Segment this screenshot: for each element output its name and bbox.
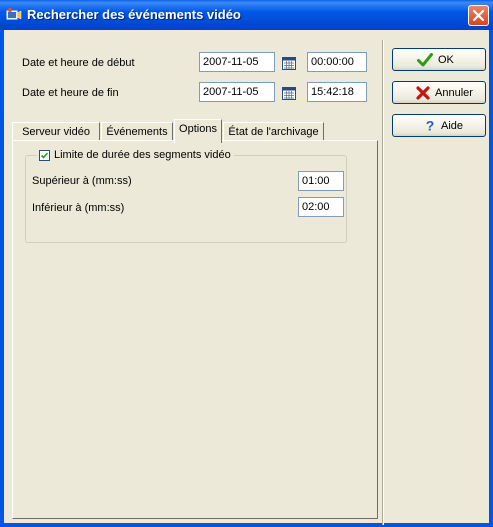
end-date-field[interactable]: 2007-11-05	[199, 82, 275, 102]
tab-options[interactable]: Options	[174, 119, 222, 143]
tab-etat-archivage[interactable]: État de l'archivage	[223, 122, 324, 141]
start-time-field[interactable]: 00:00:00	[307, 52, 367, 72]
tab-evenements[interactable]: Événements	[101, 122, 173, 141]
ok-label: OK	[438, 54, 454, 66]
title-bar[interactable]: Rechercher des événements vidéo	[0, 0, 493, 30]
start-date-field[interactable]: 2007-11-05	[199, 52, 275, 72]
vertical-divider-highlight	[383, 40, 384, 525]
window-title: Rechercher des événements vidéo	[27, 7, 241, 22]
start-calendar-icon[interactable]	[281, 55, 297, 71]
ok-button[interactable]: OK	[392, 48, 486, 71]
help-label: Aide	[441, 120, 464, 132]
end-datetime-label: Date et heure de fin	[22, 87, 119, 99]
end-calendar-icon[interactable]	[281, 85, 297, 101]
cancel-button[interactable]: Annuler	[392, 81, 486, 104]
cancel-x-icon	[416, 86, 430, 100]
end-time-field[interactable]: 15:42:18	[307, 82, 367, 102]
help-question-icon: ?	[426, 118, 435, 132]
checkmark-icon	[417, 53, 433, 67]
cancel-label: Annuler	[435, 87, 473, 99]
close-button[interactable]	[468, 5, 489, 26]
start-datetime-label: Date et heure de début	[22, 57, 135, 69]
checkmark-icon	[40, 152, 49, 159]
help-button[interactable]: ? Aide	[392, 114, 486, 137]
tab-serveur-video[interactable]: Serveur vidéo	[12, 122, 100, 141]
upper-limit-field[interactable]: 01:00	[298, 171, 344, 191]
segment-limit-checkbox-row[interactable]: Limite de durée des segments vidéo	[37, 149, 234, 163]
lower-limit-label: Inférieur à (mm:ss)	[32, 202, 125, 214]
video-camera-icon	[6, 8, 22, 20]
upper-limit-label: Supérieur à (mm:ss)	[32, 175, 132, 187]
close-icon	[472, 9, 485, 22]
lower-limit-field[interactable]: 02:00	[298, 197, 344, 217]
svg-text:?: ?	[426, 118, 435, 132]
segment-limit-checkbox[interactable]	[39, 149, 50, 161]
segment-limit-label: Limite de durée des segments vidéo	[54, 149, 231, 161]
